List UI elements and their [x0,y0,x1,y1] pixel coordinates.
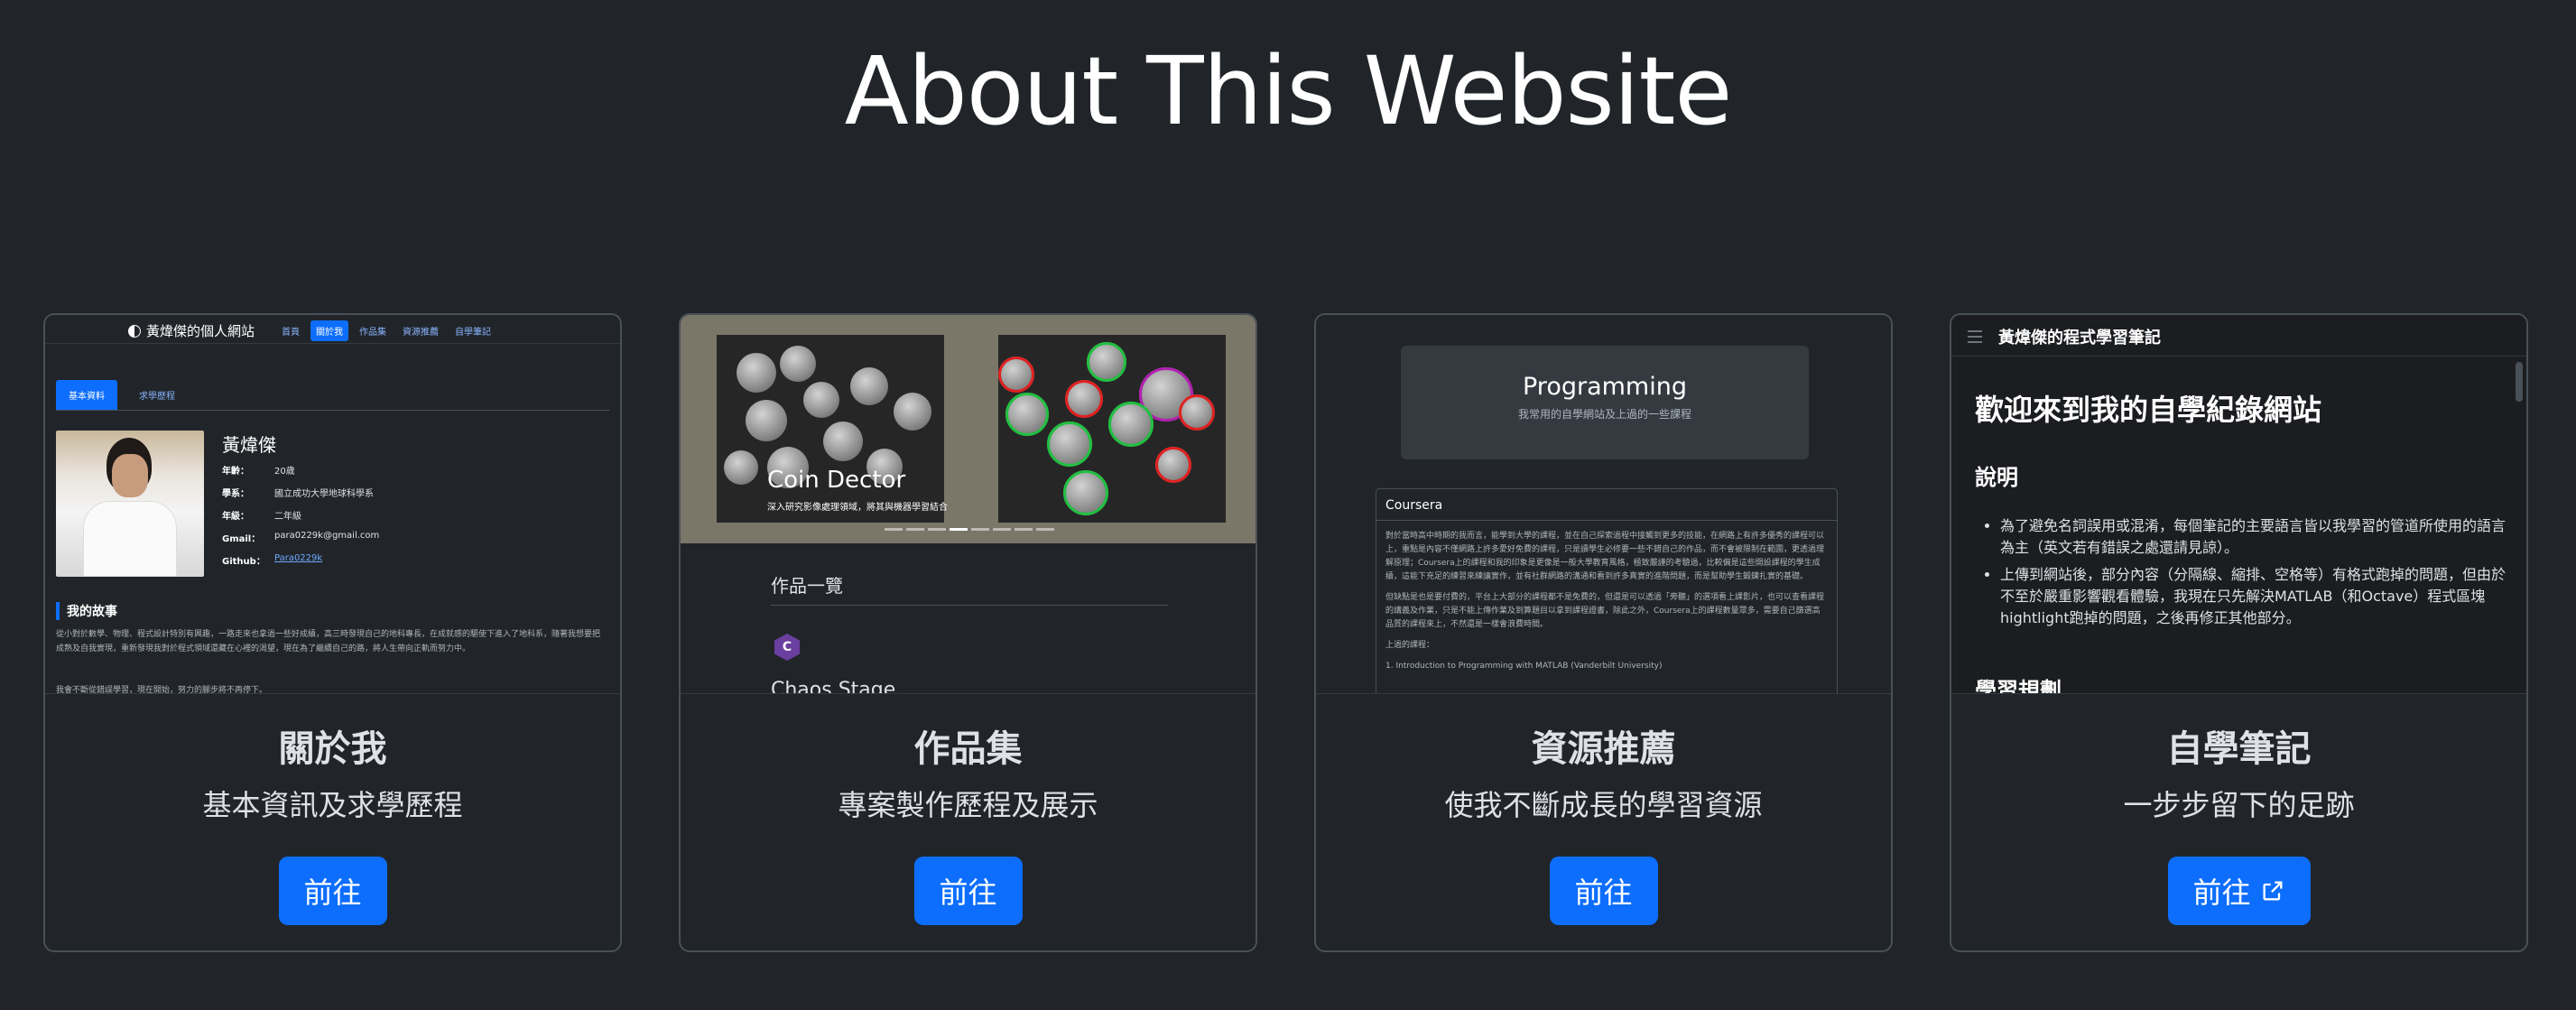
menu-icon [1968,330,1982,347]
card-about-me: 黃煒傑的個人網站 首頁 關於我 作品集 資源推薦 自學筆記 基本資料 求學歷程 … [43,313,622,952]
card-portfolio: Coin Dector 深入研究影像處理領域，將其與機器學習結合 作品一覽 C … [679,313,1257,952]
carousel-indicators [885,528,1054,531]
story-heading: 我的故事 [56,602,117,620]
preview-nav-home: 首頁 [282,328,300,338]
card-text: 專案製作歷程及展示 [838,788,1098,822]
coursera-title: Coursera [1376,489,1837,521]
preview-nav-about: 關於我 [310,320,348,341]
card-resources: Programming 我常用的自學網站及上過的一些課程 Coursera 對於… [1314,313,1893,952]
info-key: 年級： [222,512,249,522]
go-button-label: 前往 [2192,876,2251,910]
preview-tab-basic: 基本資料 [56,380,117,410]
page-title: About This Website [844,36,1733,146]
info-key: 年齡： [222,467,249,477]
card-text: 使我不斷成長的學習資源 [1444,788,1763,822]
external-link-icon [2260,878,2285,903]
preview-nav-links: 首頁 關於我 作品集 資源推薦 自學筆記 [276,320,496,341]
go-button-label: 前往 [1574,876,1633,910]
csharp-icon: C [774,634,800,661]
preview-tab-history: 求學歷程 [139,392,175,402]
carousel-dot [971,528,989,531]
card-preview-about-me[interactable]: 黃煒傑的個人網站 首頁 關於我 作品集 資源推薦 自學筆記 基本資料 求學歷程 … [45,315,620,694]
programming-subtitle: 我常用的自學網站及上過的一些課程 [1517,408,1691,421]
card-notes: 黃煒傑的程式學習筆記 歡迎來到我的自學紀錄網站 說明 為了避免名詞誤用或混淆，每… [1950,313,2528,952]
notes-bullet: 上傳到網站後，部分內容（分隔線、縮排、空格等）有格式跑掉的問題，但由於不至於嚴重… [2000,564,2515,629]
carousel-caption: Coin Dector [767,467,906,494]
card-title: 作品集 [913,728,1023,770]
carousel-dot [993,528,1011,531]
scrollbar-thumb [2516,362,2523,402]
card-preview-resources[interactable]: Programming 我常用的自學網站及上過的一些課程 Coursera 對於… [1316,315,1891,694]
theme-half-circle-icon [128,324,141,338]
card-text: 一步步留下的足跡 [2123,788,2355,822]
notes-site-title: 黃煒傑的程式學習筆記 [1998,329,2161,347]
carousel-dot [885,528,903,531]
card-preview-notes[interactable]: 黃煒傑的程式學習筆記 歡迎來到我的自學紀錄網站 說明 為了避免名詞誤用或混淆，每… [1951,315,2526,694]
card-text: 基本資訊及求學歷程 [202,788,463,822]
coin-image-gray [717,335,944,523]
info-value: 二年級 [274,512,301,522]
preview-nav-resources: 資源推薦 [403,328,439,338]
info-value: para0229k@gmail.com [274,531,380,541]
coursera-body: 對於當時高中時期的我而言，能學到大學的課程，並在自己探索過程中接觸到更多的技能，… [1376,521,1837,690]
preview-navbar: 黃煒傑的個人網站 首頁 關於我 作品集 資源推薦 自學筆記 [45,315,620,344]
card-title: 關於我 [278,728,387,770]
carousel-dot [1036,528,1054,531]
coursera-courses-label: 上過的課程： [1385,641,1435,650]
notes-section-heading: 說明 [1975,465,2018,490]
info-key: Gmail： [222,534,261,544]
preview-nav-notes: 自學筆記 [455,328,491,338]
info-key: 學系： [222,489,249,499]
coursera-paragraph: 對於當時高中時期的我而言，能學到大學的課程，並在自己探索過程中接觸到更多的技能，… [1385,532,1825,581]
coin-image-detected [998,335,1226,523]
coursera-panel: Coursera 對於當時高中時期的我而言，能學到大學的課程，並在自己探索過程中… [1376,488,1838,693]
notes-welcome-heading: 歡迎來到我的自學紀錄網站 [1975,393,2322,427]
go-button-portfolio[interactable]: 前往 [913,857,1023,925]
profile-name: 黃煒傑 [222,434,276,456]
programming-header: Programming 我常用的自學網站及上過的一些課程 [1401,346,1809,459]
story-text-2: 我會不斷從錯誤學習，現在開始，努力的腳步將不再停下。 [56,686,268,694]
preview-brand-text: 黃煒傑的個人網站 [146,323,255,339]
card-title: 自學筆記 [2166,728,2312,770]
card-preview-portfolio[interactable]: Coin Dector 深入研究影像處理領域，將其與機器學習結合 作品一覽 C … [681,315,1256,694]
card-title: 資源推薦 [1531,728,1676,770]
programming-title: Programming [1523,373,1687,401]
preview-tabs: 基本資料 求學歷程 [56,380,609,411]
carousel-dot [1015,528,1033,531]
works-list-heading: 作品一覽 [771,571,1168,606]
work-item-title: Chaos Stage [771,679,896,694]
carousel-caption-sub: 深入研究影像處理領域，將其與機器學習結合 [767,503,948,513]
coursera-paragraph: 但缺點是也是要付費的，平台上大部分的課程都不是免費的，但還是可以透過「旁聽」的選… [1385,593,1825,629]
notes-plan-heading: 學習規劃 [1975,678,2062,694]
story-text: 從小對於數學、物理、程式設計特別有興趣，一路走來也拿過一些好成績，高三時發現自己… [56,630,601,653]
go-button-label: 前往 [939,876,997,910]
carousel-dot [906,528,924,531]
preview-brand: 黃煒傑的個人網站 [128,321,255,340]
notes-topbar: 黃煒傑的程式學習筆記 [1951,315,2526,357]
info-key: Github： [222,557,265,567]
info-value: 20歲 [274,467,295,477]
go-button-label: 前往 [303,876,362,910]
notes-bullets: 為了避免名詞誤用或混淆，每個筆記的主要語言皆以我學習的管道所使用的語言為主（英文… [2000,515,2515,635]
carousel-dot-active [950,528,968,531]
preview-nav-portfolio: 作品集 [359,328,386,338]
go-button-notes[interactable]: 前往 [2167,857,2311,925]
go-button-about-me[interactable]: 前往 [278,857,387,925]
go-button-resources[interactable]: 前往 [1549,857,1658,925]
info-value: 國立成功大學地球科學系 [274,489,374,499]
profile-photo [56,431,204,577]
profile-info: 年齡： 20歲 學系： 國立成功大學地球科學系 年級： 二年級 Gmail： para0… [222,463,601,576]
carousel-dot [928,528,946,531]
coursera-course-item: 1. Introduction to Programming with MATL… [1385,662,1663,671]
notes-bullet: 為了避免名詞誤用或混淆，每個筆記的主要語言皆以我學習的管道所使用的語言為主（英文… [2000,515,2515,559]
carousel: Coin Dector 深入研究影像處理領域，將其與機器學習結合 [681,315,1256,543]
github-link: Para0229k [274,553,323,563]
